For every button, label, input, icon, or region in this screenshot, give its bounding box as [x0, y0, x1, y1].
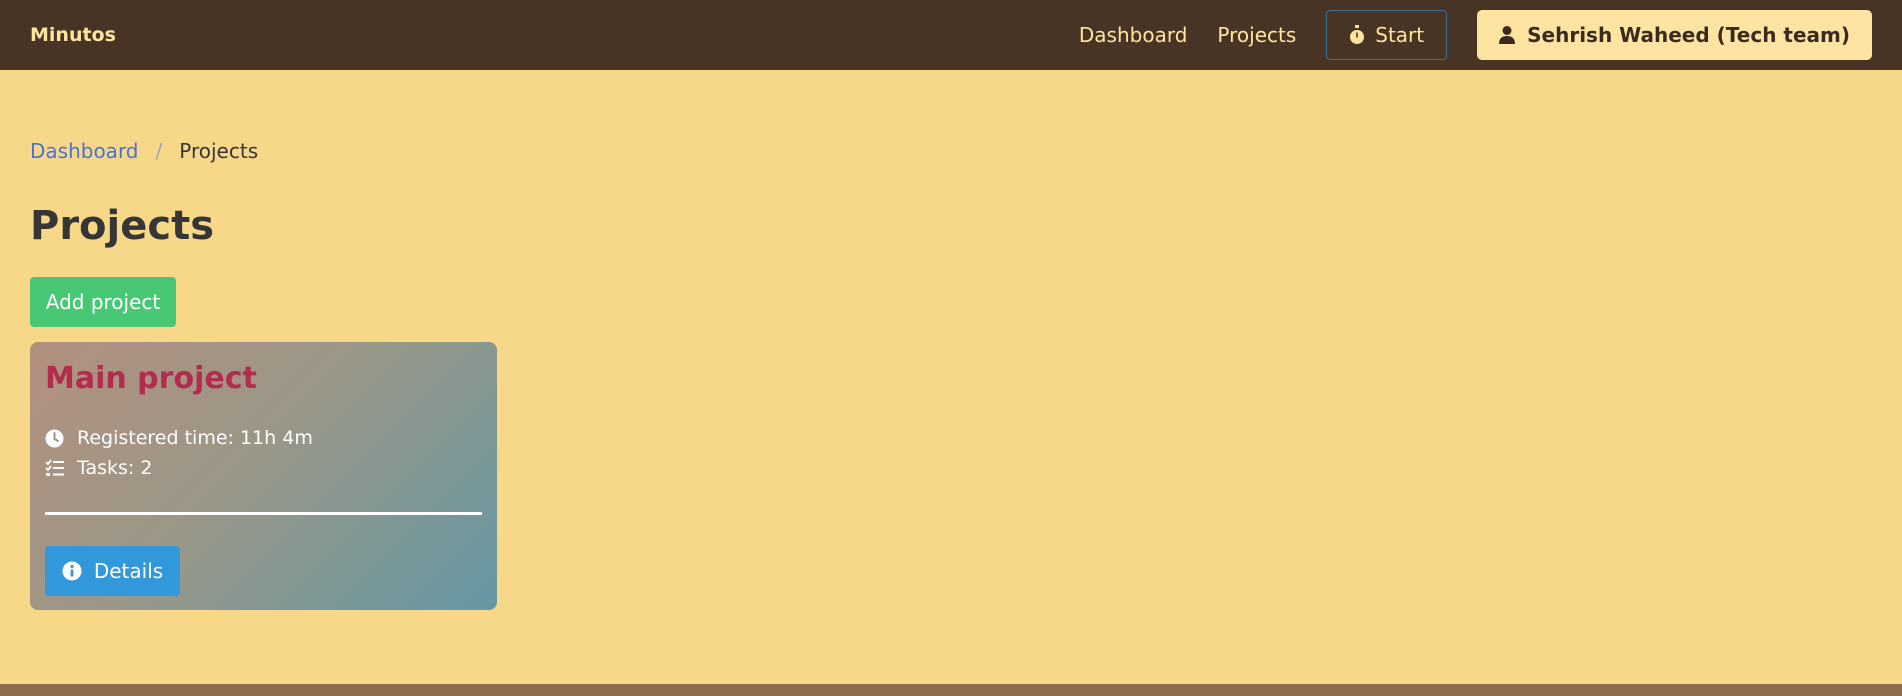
breadcrumb-separator: / [155, 139, 163, 163]
stopwatch-icon [1349, 25, 1365, 45]
clock-icon [45, 429, 67, 448]
nav-link-projects[interactable]: Projects [1217, 23, 1296, 47]
details-button[interactable]: Details [45, 546, 180, 596]
project-meta: Registered time: 11h 4m Tasks: 2 [45, 423, 482, 483]
start-timer-button[interactable]: Start [1326, 10, 1448, 60]
breadcrumb-dashboard[interactable]: Dashboard [30, 139, 139, 163]
breadcrumb-projects: Projects [179, 139, 259, 163]
user-name-label: Sehrish Waheed (Tech team) [1527, 23, 1850, 47]
registered-time-text: Registered time: 11h 4m [77, 427, 313, 449]
add-project-button[interactable]: Add project [30, 277, 176, 327]
brand-logo[interactable]: Minutos [30, 0, 116, 70]
project-card: Main project Registered time: 11h 4m Tas… [30, 342, 497, 610]
footer-bar [0, 684, 1902, 696]
registered-time-row: Registered time: 11h 4m [45, 423, 482, 453]
info-circle-icon [62, 561, 82, 581]
list-check-icon [45, 459, 67, 477]
card-divider [45, 512, 482, 515]
start-button-label: Start [1375, 23, 1425, 47]
details-button-label: Details [93, 559, 164, 583]
breadcrumb: Dashboard / Projects [30, 139, 258, 163]
user-menu-button[interactable]: Sehrish Waheed (Tech team) [1477, 10, 1872, 60]
tasks-count-text: Tasks: 2 [77, 457, 153, 479]
user-icon [1499, 26, 1516, 44]
page-title: Projects [30, 203, 215, 249]
nav-link-dashboard[interactable]: Dashboard [1079, 23, 1188, 47]
top-navbar: Minutos Dashboard Projects Start Sehrish… [0, 0, 1902, 70]
navbar-menu: Dashboard Projects Start Sehrish Waheed … [1079, 0, 1872, 70]
tasks-row: Tasks: 2 [45, 453, 482, 483]
project-title[interactable]: Main project [45, 362, 482, 395]
